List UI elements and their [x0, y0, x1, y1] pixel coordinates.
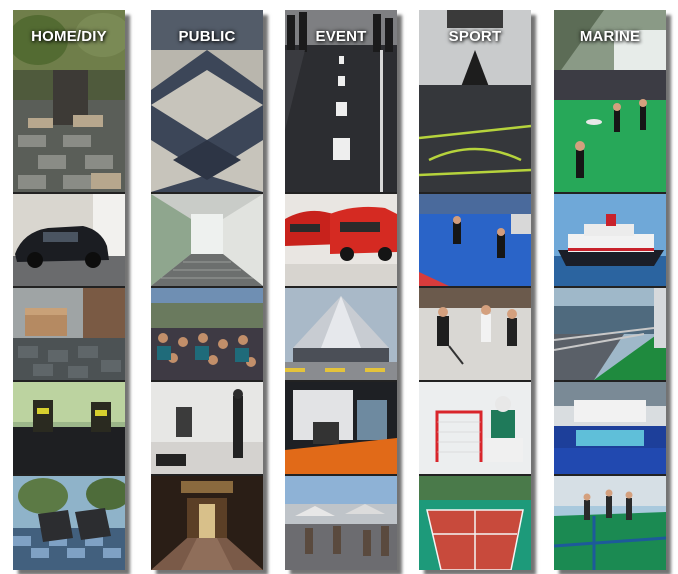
category-photo-grid: { "categories": [ {"id": "home-diy", "ti… — [0, 0, 678, 574]
photo-public-crowd-seating — [151, 288, 263, 380]
column-title-marine: MARINE — [579, 28, 641, 45]
photo-public-exhibit-hall — [151, 382, 263, 474]
photo-sport-hockey-goalie — [419, 382, 531, 474]
photo-event-tent-pavilion — [285, 288, 397, 380]
column-public: PUBLIC — [151, 10, 263, 570]
photo-event-red-cars — [285, 194, 397, 286]
photo-marine-pool-deck — [554, 382, 666, 474]
photo-public-lobby-entrance — [151, 476, 263, 570]
photo-sport-indoor-blue-court — [419, 194, 531, 286]
column-event: EVENT — [285, 10, 397, 570]
photo-marine-passenger-deck — [554, 476, 666, 570]
photo-sport-tennis-court — [419, 476, 531, 570]
photo-home-diy-black-floor — [13, 382, 125, 474]
column-title-public: PUBLIC — [178, 28, 236, 45]
photo-event-outdoor-market — [285, 476, 397, 570]
column-home-diy: HOME/DIY — [13, 10, 125, 570]
column-sport: SPORT — [419, 10, 531, 570]
column-title-home-diy: HOME/DIY — [31, 28, 107, 45]
photo-marine-ship-railing — [554, 288, 666, 380]
column-marine: MARINE — [554, 10, 666, 570]
photo-sport-floor-hockey — [419, 288, 531, 380]
photo-home-diy-deck-chairs — [13, 476, 125, 570]
photo-public-corridor — [151, 194, 263, 286]
column-title-event: EVENT — [315, 28, 367, 45]
photo-home-diy-boxes-tiles — [13, 288, 125, 380]
photo-event-exhibition-booth — [285, 382, 397, 474]
photo-marine-cruise-ship — [554, 194, 666, 286]
column-title-sport: SPORT — [448, 28, 502, 45]
photo-home-diy-garage-car — [13, 194, 125, 286]
